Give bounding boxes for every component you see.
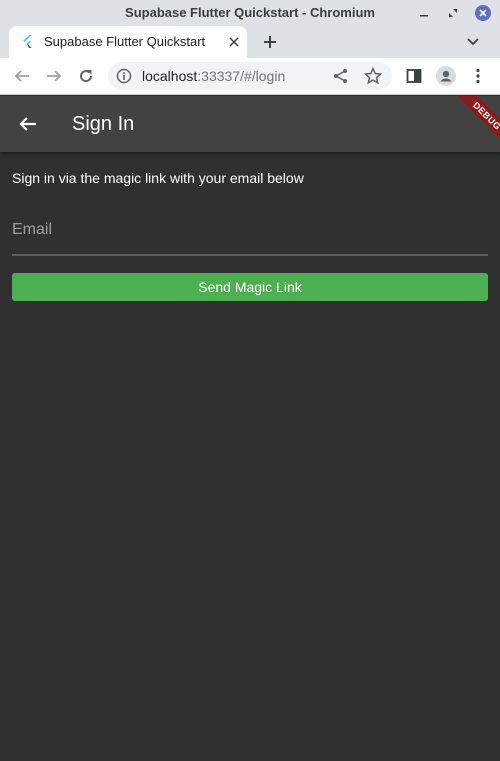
minimize-icon — [420, 15, 428, 17]
window-titlebar: Supabase Flutter Quickstart - Chromium — [0, 0, 500, 26]
url-path: :33337/#/login — [197, 68, 286, 84]
new-tab-button[interactable] — [258, 30, 282, 54]
email-input[interactable] — [12, 208, 488, 252]
browser-menu-button[interactable] — [467, 65, 489, 87]
tab-strip: Supabase Flutter Quickstart — [0, 26, 500, 58]
side-panel-button[interactable] — [403, 65, 425, 87]
avatar-icon — [436, 66, 456, 86]
plus-icon — [264, 36, 276, 48]
info-icon[interactable] — [116, 68, 132, 84]
address-bar[interactable]: localhost:33337/#/login — [108, 62, 392, 90]
arrow-right-icon — [47, 70, 62, 82]
star-icon[interactable] — [364, 67, 382, 85]
login-description: Sign in via the magic link with your ema… — [12, 170, 304, 186]
tab-close-button[interactable] — [226, 34, 242, 50]
email-field[interactable] — [12, 208, 488, 256]
close-window-button[interactable] — [474, 4, 492, 22]
browser-toolbar: localhost:33337/#/login — [0, 58, 500, 95]
reload-icon — [80, 70, 93, 83]
tab-title: Supabase Flutter Quickstart — [44, 34, 206, 49]
browser-tab[interactable]: Supabase Flutter Quickstart — [9, 26, 247, 58]
url-text: localhost:33337/#/login — [142, 68, 285, 84]
chevron-down-icon — [467, 38, 479, 46]
share-icon[interactable] — [332, 67, 350, 85]
more-vert-icon — [476, 68, 480, 84]
restore-icon — [449, 9, 457, 17]
send-magic-link-button[interactable]: Send Magic Link — [12, 273, 488, 301]
maximize-button[interactable] — [444, 4, 462, 22]
side-panel-icon — [406, 69, 422, 83]
flutter-icon — [23, 35, 32, 48]
arrow-back-icon[interactable] — [16, 112, 40, 136]
back-button[interactable] — [11, 65, 33, 87]
forward-button[interactable] — [43, 65, 65, 87]
profile-button[interactable] — [435, 65, 457, 87]
page-title: Sign In — [72, 113, 135, 135]
minimize-button[interactable] — [415, 4, 433, 22]
close-icon — [229, 37, 239, 47]
url-host: localhost — [142, 68, 198, 84]
app-bar: Sign In — [0, 96, 500, 152]
arrow-left-icon — [14, 70, 29, 82]
close-icon — [475, 5, 491, 21]
reload-button[interactable] — [75, 65, 97, 87]
tab-search-button[interactable] — [463, 32, 483, 52]
